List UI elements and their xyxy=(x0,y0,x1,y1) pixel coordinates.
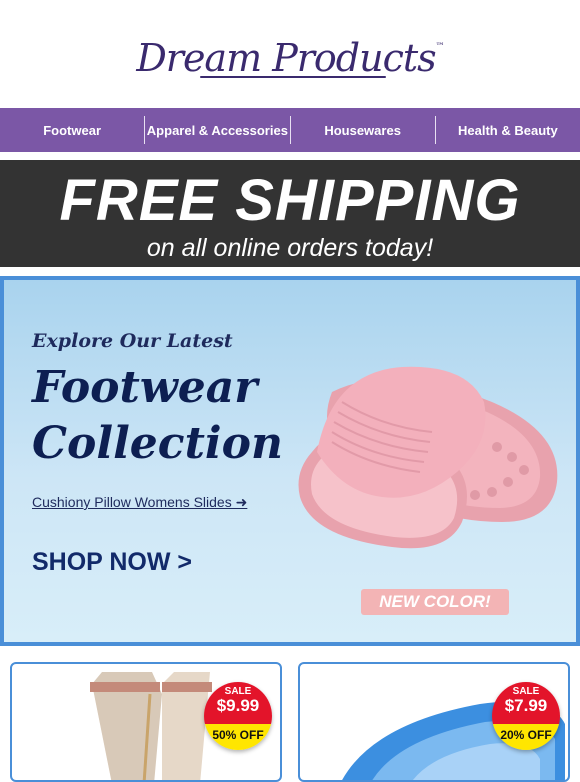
logo-swoosh xyxy=(200,76,386,78)
hero-title-line: Collection xyxy=(32,418,283,469)
trademark-symbol: ™ xyxy=(435,42,445,52)
nav-item-health-beauty[interactable]: Health & Beauty xyxy=(436,123,580,138)
sale-badge: SALE $7.99 20% OFF xyxy=(492,682,560,750)
sale-price: $7.99 xyxy=(504,696,548,715)
shipping-headline: FREE SHIPPING xyxy=(59,168,521,233)
new-color-badge: NEW COLOR! xyxy=(361,589,509,615)
category-nav: Footwear Apparel & Accessories Houseware… xyxy=(0,108,580,152)
product-card-insoles[interactable]: SALE $7.99 20% OFF xyxy=(298,662,570,782)
sale-price: $9.99 xyxy=(216,696,260,715)
logo-area: Dream Products™ xyxy=(0,0,580,108)
product-link[interactable]: Cushiony Pillow Womens Slides ➜ xyxy=(32,494,247,511)
product-card-socks[interactable]: SALE $9.99 50% OFF xyxy=(10,662,282,782)
nav-item-apparel[interactable]: Apparel & Accessories xyxy=(145,123,289,138)
nav-item-housewares[interactable]: Housewares xyxy=(291,123,435,138)
pink-slide-image[interactable] xyxy=(272,332,572,552)
shipping-subline: on all online orders today! xyxy=(146,234,434,262)
brand-logo[interactable]: Dream Products™ xyxy=(136,36,445,80)
hero-title-line: Footwear xyxy=(32,362,258,413)
hero-title: Footwear Collection xyxy=(32,360,283,472)
nav-item-footwear[interactable]: Footwear xyxy=(0,123,144,138)
sale-badge: SALE $9.99 50% OFF xyxy=(204,682,272,750)
footwear-hero[interactable]: Explore Our Latest Footwear Collection C… xyxy=(0,276,580,646)
free-shipping-banner[interactable]: FREE SHIPPING on all online orders today… xyxy=(0,160,580,267)
brand-name: Dream Products xyxy=(136,36,436,80)
shop-now-button[interactable]: SHOP NOW > xyxy=(32,548,192,577)
hero-pretitle: Explore Our Latest xyxy=(32,330,233,352)
